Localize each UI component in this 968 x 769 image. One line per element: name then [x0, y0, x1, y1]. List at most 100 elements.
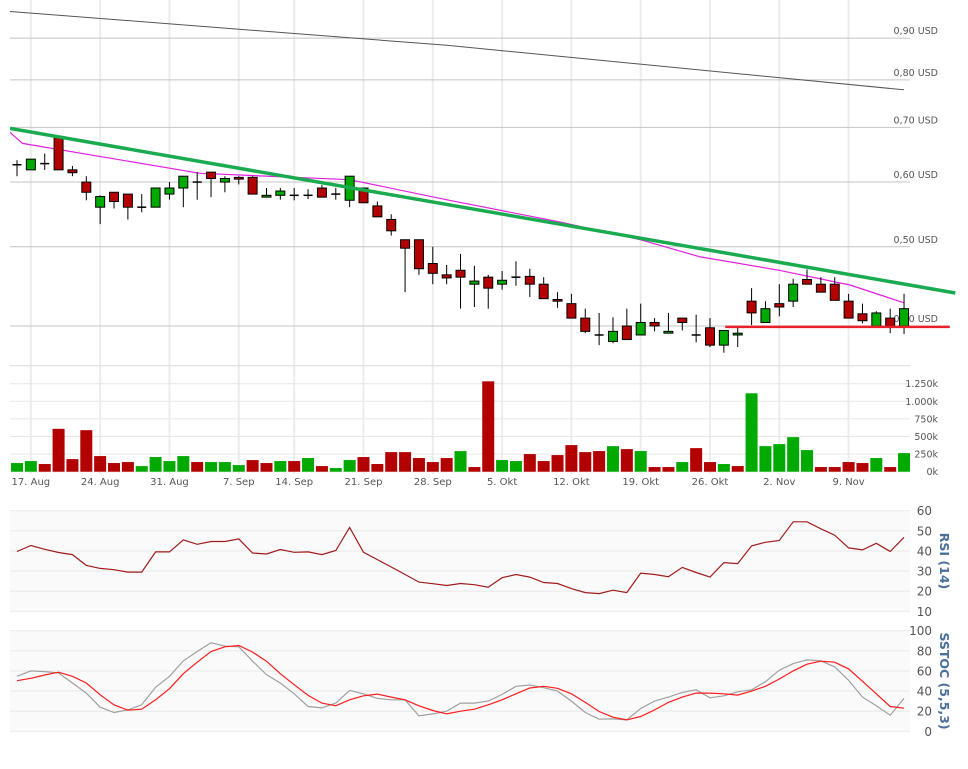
candle	[331, 188, 341, 200]
x-tick-label: 7. Sep	[223, 477, 255, 488]
sstoc-axis-label: 40	[917, 685, 932, 699]
candle-body	[372, 205, 383, 218]
volume-bar	[717, 464, 730, 472]
price-axis-label: 0,50 USD	[894, 235, 938, 246]
volume-bar	[52, 428, 65, 472]
x-tick-label: 26. Okt	[692, 477, 729, 488]
candle	[497, 271, 508, 290]
candle	[469, 265, 480, 307]
candle-body	[95, 196, 106, 208]
candle	[774, 284, 785, 317]
candle	[109, 191, 120, 209]
candle	[40, 153, 50, 170]
volume-bar	[593, 451, 606, 472]
volume-bar	[149, 457, 162, 472]
candle	[413, 239, 424, 275]
candle	[122, 193, 133, 220]
x-tick-label: 19. Okt	[622, 477, 659, 488]
volume-bar	[357, 457, 370, 472]
rsi-axis-label: 20	[917, 585, 932, 599]
rsi-axis-label: 40	[917, 544, 932, 558]
volume-bar	[468, 467, 481, 472]
candle-body	[67, 169, 78, 174]
price-axis-label: 0,80 USD	[894, 68, 938, 79]
volume-bar	[579, 452, 592, 472]
volume-axis-label: 250k	[914, 450, 938, 461]
volume-bar	[842, 462, 855, 472]
candle	[316, 185, 327, 198]
volume-bar	[565, 445, 578, 472]
candle	[25, 158, 36, 171]
volume-bar	[759, 446, 772, 472]
candle	[81, 176, 92, 201]
candle	[427, 246, 438, 285]
candle-body	[386, 218, 397, 232]
volume-bar	[80, 430, 93, 472]
x-tick-label: 12. Okt	[553, 477, 590, 488]
candle-body	[760, 308, 771, 323]
volume-bar	[509, 461, 522, 472]
volume-axis-label: 500k	[914, 432, 938, 443]
volume-bar	[731, 466, 744, 472]
candle	[12, 160, 22, 177]
candle-body	[607, 330, 618, 342]
candle	[206, 171, 217, 198]
candle	[871, 311, 882, 327]
candle-body	[427, 263, 438, 274]
candle-body	[746, 300, 757, 314]
candle	[594, 312, 604, 346]
candle-body	[25, 158, 36, 171]
candle	[261, 188, 272, 198]
volume-bar	[620, 449, 633, 472]
candle-body	[718, 329, 729, 346]
candle	[691, 314, 701, 343]
candle	[192, 172, 202, 200]
candle-body	[732, 332, 743, 336]
candle-body	[871, 312, 882, 327]
price-axis-label: 0,60 USD	[894, 170, 938, 181]
candle	[303, 189, 313, 200]
candle	[455, 253, 466, 309]
candle-body	[400, 239, 411, 249]
price-axis-label: 0,90 USD	[894, 26, 938, 37]
candle-body	[635, 321, 646, 336]
candle	[621, 308, 632, 341]
candle	[219, 176, 230, 193]
volume-bar	[551, 455, 564, 472]
volume-bar	[163, 461, 176, 472]
volume-bar	[191, 462, 204, 472]
candle	[95, 195, 106, 225]
candle	[607, 317, 618, 344]
volume-bar	[828, 467, 841, 472]
volume-bar	[121, 462, 134, 472]
candle-body	[857, 313, 868, 322]
candle	[275, 188, 286, 200]
x-tick-label: 9. Nov	[832, 477, 864, 488]
candle-body	[829, 283, 840, 301]
sstoc-axis-label: 100	[909, 624, 932, 638]
volume-bar	[260, 463, 273, 472]
candle-body	[53, 137, 64, 171]
sstoc-axis-label: 80	[917, 644, 932, 658]
candle-body	[497, 279, 508, 285]
candle	[441, 264, 452, 285]
volume-bar	[745, 393, 758, 472]
candle	[718, 329, 729, 353]
volume-bar	[856, 463, 869, 472]
candle-body	[552, 299, 563, 302]
candle	[732, 327, 743, 348]
volume-axis-label: 1.250k	[905, 379, 938, 390]
volume-bar	[440, 458, 453, 472]
candle	[178, 175, 189, 208]
candle	[649, 318, 660, 332]
candle	[677, 317, 688, 331]
rsi-axis-label: 50	[917, 524, 932, 538]
candle-body	[275, 190, 286, 196]
volume-axis-label: 750k	[914, 414, 938, 425]
chart-canvas: 17. Aug 24. Aug 31. Aug 7. Sep 14. Sep 21. Se…	[9, 0, 956, 739]
candle-body	[788, 283, 799, 302]
candle	[524, 268, 535, 298]
candle-body	[677, 317, 688, 323]
stock-chart: 17. Aug 24. Aug 31. Aug 7. Sep 14. Sep 21. Se…	[0, 0, 968, 765]
candle-body	[802, 278, 813, 285]
